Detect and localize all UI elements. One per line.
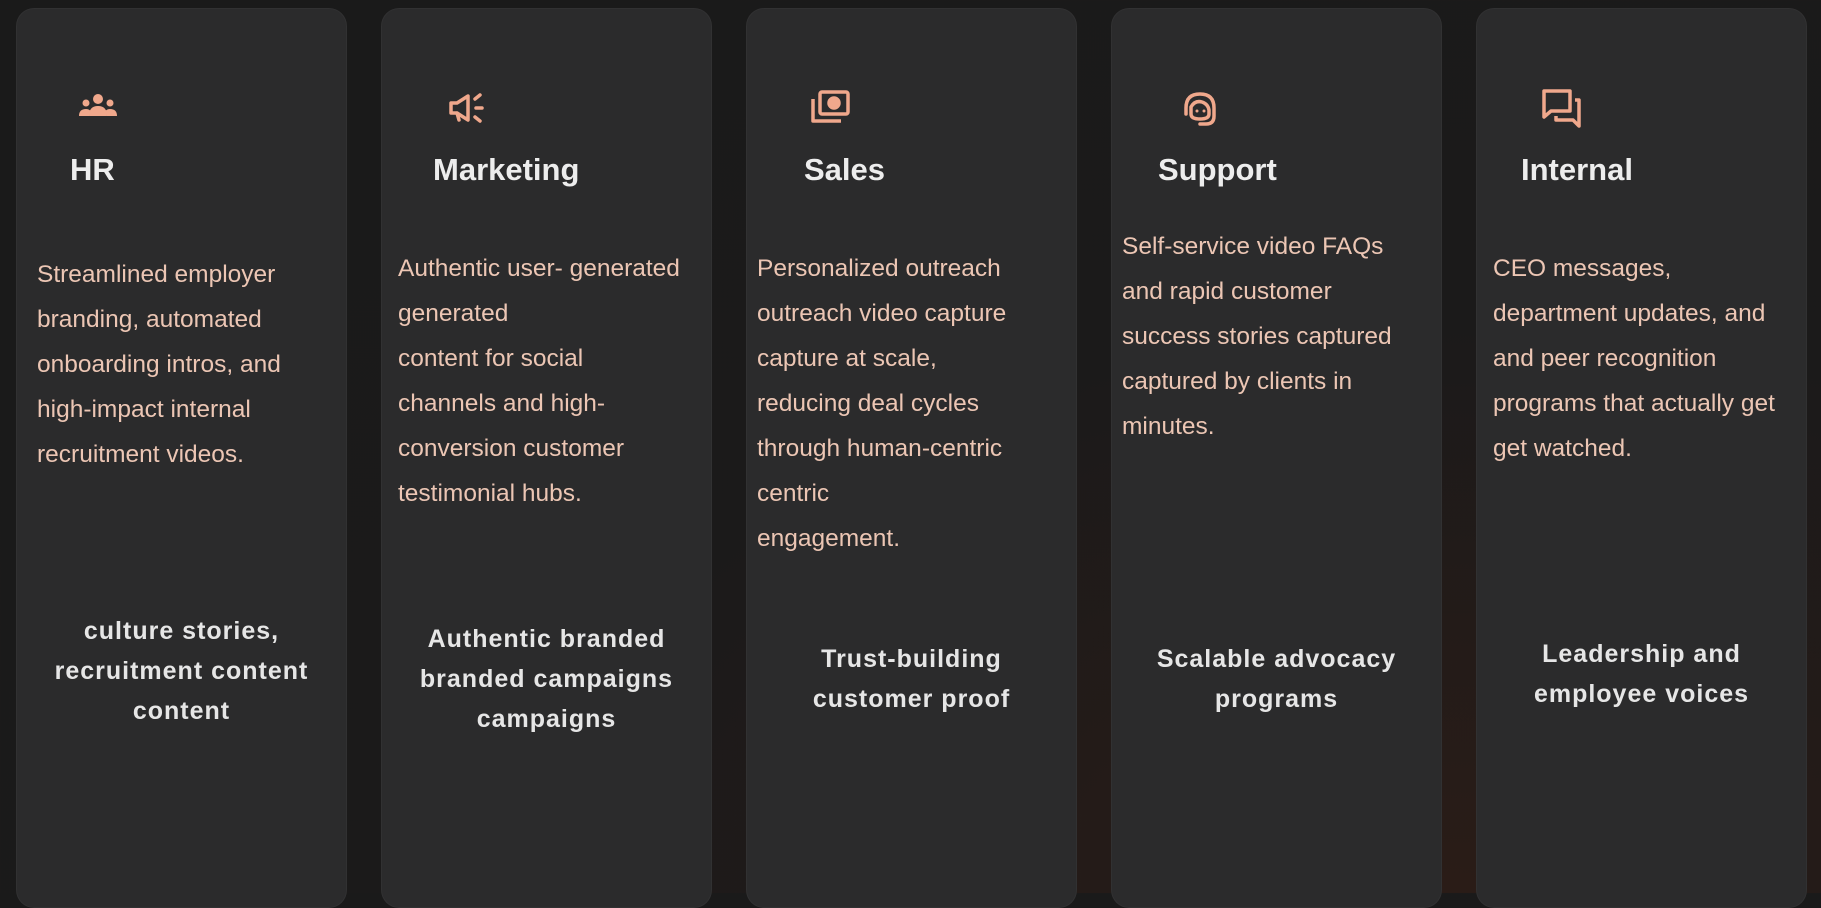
card-description: CEO messages, department updates, and an…	[1493, 255, 1775, 462]
megaphone-icon	[445, 86, 489, 130]
card-title: Marketing	[433, 152, 580, 187]
card-title: HR	[70, 152, 115, 187]
card-support: Support Self-service video FAQs and rapi…	[1111, 8, 1442, 908]
card-tagline: Authentic branded branded campaigns camp…	[419, 625, 674, 733]
card-tagline: Leadership and employee voices	[1533, 640, 1750, 708]
card-sales: Sales Personalized outreach outreach vid…	[746, 8, 1077, 908]
card-tagline: culture stories, recruitment content con…	[54, 617, 309, 725]
card-tagline: Scalable advocacy programs	[1156, 645, 1397, 713]
card-description: Streamlined employer branding, automated…	[37, 261, 281, 468]
card-description: Authentic user- generated generated cont…	[398, 255, 680, 507]
headset-icon	[1178, 86, 1222, 130]
card-description: Self-service video FAQs and rapid custom…	[1122, 233, 1392, 440]
money-icon	[808, 86, 852, 130]
card-description: Personalized outreach outreach video cap…	[757, 255, 1007, 552]
chat-bubbles-icon	[1539, 86, 1583, 130]
card-tagline: Trust-building customer proof	[812, 645, 1011, 713]
card-hr: HR Streamlined employer branding, automa…	[16, 8, 347, 908]
people-group-icon	[76, 86, 120, 130]
card-title: Support	[1158, 152, 1277, 187]
card-internal: Internal CEO messages, department update…	[1476, 8, 1807, 908]
card-marketing: Marketing Authentic user- generated gene…	[381, 8, 712, 908]
card-title: Internal	[1521, 152, 1633, 187]
card-title: Sales	[804, 152, 886, 187]
